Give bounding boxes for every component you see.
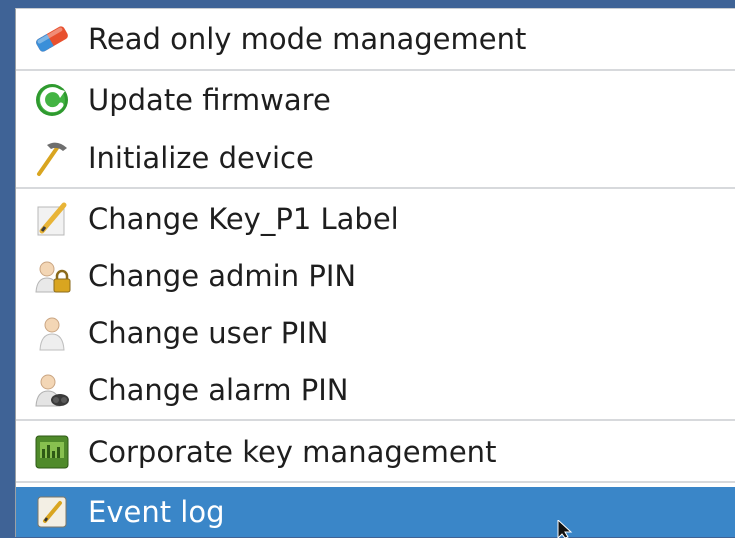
- event-log-icon: [32, 492, 72, 532]
- context-menu: Read only mode management Update firmwar…: [15, 8, 735, 537]
- admin-lock-icon: [32, 256, 72, 296]
- menu-item-label: Change user PIN: [88, 316, 329, 350]
- menu-item-change-key-label[interactable]: Change Key_P1 Label: [16, 194, 735, 244]
- refresh-icon: [32, 80, 72, 120]
- menu-separator: [16, 481, 735, 484]
- eraser-icon: [32, 19, 72, 59]
- pencil-icon: [32, 199, 72, 239]
- menu-item-label: Change alarm PIN: [88, 373, 349, 407]
- menu-item-change-user-pin[interactable]: Change user PIN: [16, 308, 735, 358]
- menu-item-label: Update firmware: [88, 83, 331, 117]
- menu-item-initialize-device[interactable]: Initialize device: [16, 133, 735, 183]
- user-icon: [32, 313, 72, 353]
- menu-item-change-alarm-pin[interactable]: Change alarm PIN: [16, 365, 735, 415]
- menu-item-change-admin-pin[interactable]: Change admin PIN: [16, 251, 735, 301]
- menu-item-corporate-key-management[interactable]: Corporate key management: [16, 427, 735, 477]
- menu-item-label: Event log: [88, 495, 225, 529]
- menu-item-read-only-mode[interactable]: Read only mode management: [16, 14, 735, 64]
- alarm-user-icon: [32, 370, 72, 410]
- menu-item-label: Change admin PIN: [88, 259, 357, 293]
- corporate-key-icon: [32, 432, 72, 472]
- menu-separator: [16, 187, 735, 190]
- hammer-icon: [32, 138, 72, 178]
- menu-separator: [16, 69, 735, 72]
- menu-separator: [16, 419, 735, 422]
- menu-item-event-log[interactable]: Event log: [16, 487, 735, 537]
- menu-item-label: Change Key_P1 Label: [88, 202, 399, 236]
- menu-item-label: Initialize device: [88, 141, 314, 175]
- menu-item-update-firmware[interactable]: Update firmware: [16, 75, 735, 125]
- menu-item-label: Corporate key management: [88, 435, 497, 469]
- mouse-cursor-icon: [557, 520, 573, 538]
- menu-item-label: Read only mode management: [88, 22, 527, 56]
